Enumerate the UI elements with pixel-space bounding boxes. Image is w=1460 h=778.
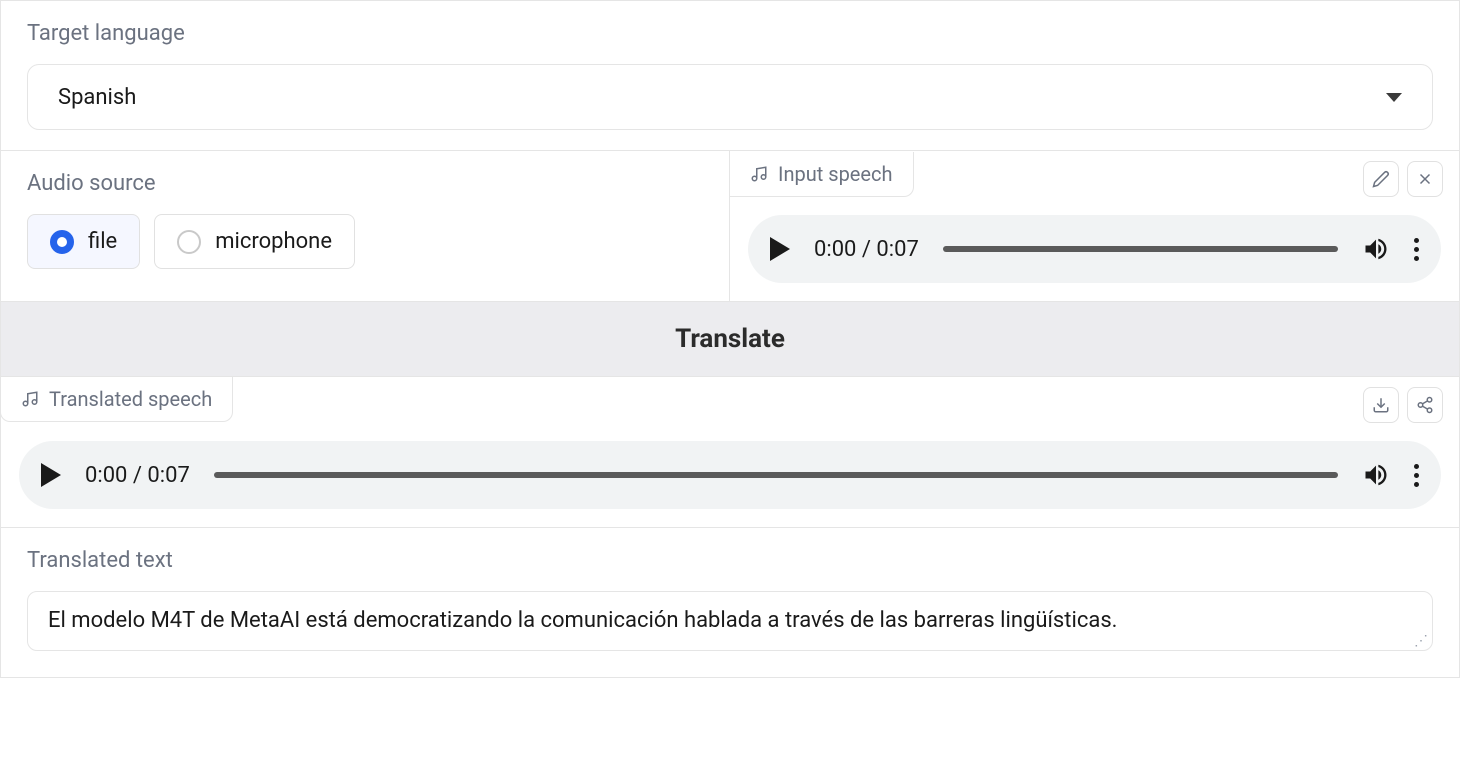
close-icon <box>1416 170 1434 188</box>
radio-selected-icon <box>50 230 74 254</box>
translated-text-value: El modelo M4T de MetaAI está democratiza… <box>48 608 1117 633</box>
translated-speech-section: Translated speech 0:00 / 0:07 <box>1 377 1459 509</box>
input-play-button[interactable] <box>770 237 790 261</box>
output-time-display: 0:00 / 0:07 <box>85 463 190 488</box>
music-icon <box>21 390 39 408</box>
translate-button[interactable]: Translate <box>1 301 1459 377</box>
input-audio-player: 0:00 / 0:07 <box>748 215 1441 283</box>
pencil-icon <box>1372 170 1390 188</box>
radio-unselected-icon <box>177 230 201 254</box>
volume-icon <box>1362 461 1390 489</box>
input-time-display: 0:00 / 0:07 <box>814 237 919 262</box>
more-vertical-icon <box>1414 238 1419 261</box>
translated-text-output[interactable]: El modelo M4T de MetaAI está democratiza… <box>27 591 1433 651</box>
edit-button[interactable] <box>1363 161 1399 197</box>
radio-file-label: file <box>88 229 117 254</box>
output-audio-player: 0:00 / 0:07 <box>19 441 1441 509</box>
target-language-dropdown[interactable]: Spanish <box>27 64 1433 130</box>
chevron-down-icon <box>1386 93 1402 102</box>
more-vertical-icon <box>1414 464 1419 487</box>
audio-source-label: Audio source <box>27 171 703 196</box>
output-play-button[interactable] <box>41 463 61 487</box>
audio-source-file-option[interactable]: file <box>27 214 140 269</box>
translated-text-section: Translated text El modelo M4T de MetaAI … <box>1 527 1459 677</box>
share-button[interactable] <box>1407 387 1443 423</box>
target-language-section: Target language Spanish <box>1 1 1459 150</box>
target-language-value: Spanish <box>58 85 136 110</box>
input-progress-bar[interactable] <box>943 246 1338 252</box>
input-more-button[interactable] <box>1414 238 1419 261</box>
radio-microphone-label: microphone <box>215 229 332 254</box>
resize-handle-icon[interactable]: ⋰ <box>1414 634 1428 648</box>
target-language-label: Target language <box>27 21 1433 46</box>
volume-icon <box>1362 235 1390 263</box>
download-icon <box>1372 396 1390 414</box>
play-icon <box>41 463 61 487</box>
output-more-button[interactable] <box>1414 464 1419 487</box>
share-icon <box>1416 396 1434 414</box>
input-speech-section: Input speech 0:00 / 0:07 <box>730 151 1459 301</box>
audio-source-microphone-option[interactable]: microphone <box>154 214 355 269</box>
music-icon <box>750 165 768 183</box>
translated-speech-tab: Translated speech <box>0 377 233 422</box>
output-progress-bar[interactable] <box>214 472 1338 478</box>
translate-button-label: Translate <box>675 324 785 354</box>
input-speech-tab: Input speech <box>730 152 914 197</box>
play-icon <box>770 237 790 261</box>
clear-button[interactable] <box>1407 161 1443 197</box>
audio-source-section: Audio source file microphone <box>1 151 730 301</box>
output-volume-button[interactable] <box>1362 461 1390 489</box>
input-speech-label: Input speech <box>778 162 893 186</box>
download-button[interactable] <box>1363 387 1399 423</box>
input-volume-button[interactable] <box>1362 235 1390 263</box>
translated-text-label: Translated text <box>27 548 1433 573</box>
translated-speech-label: Translated speech <box>49 387 212 411</box>
